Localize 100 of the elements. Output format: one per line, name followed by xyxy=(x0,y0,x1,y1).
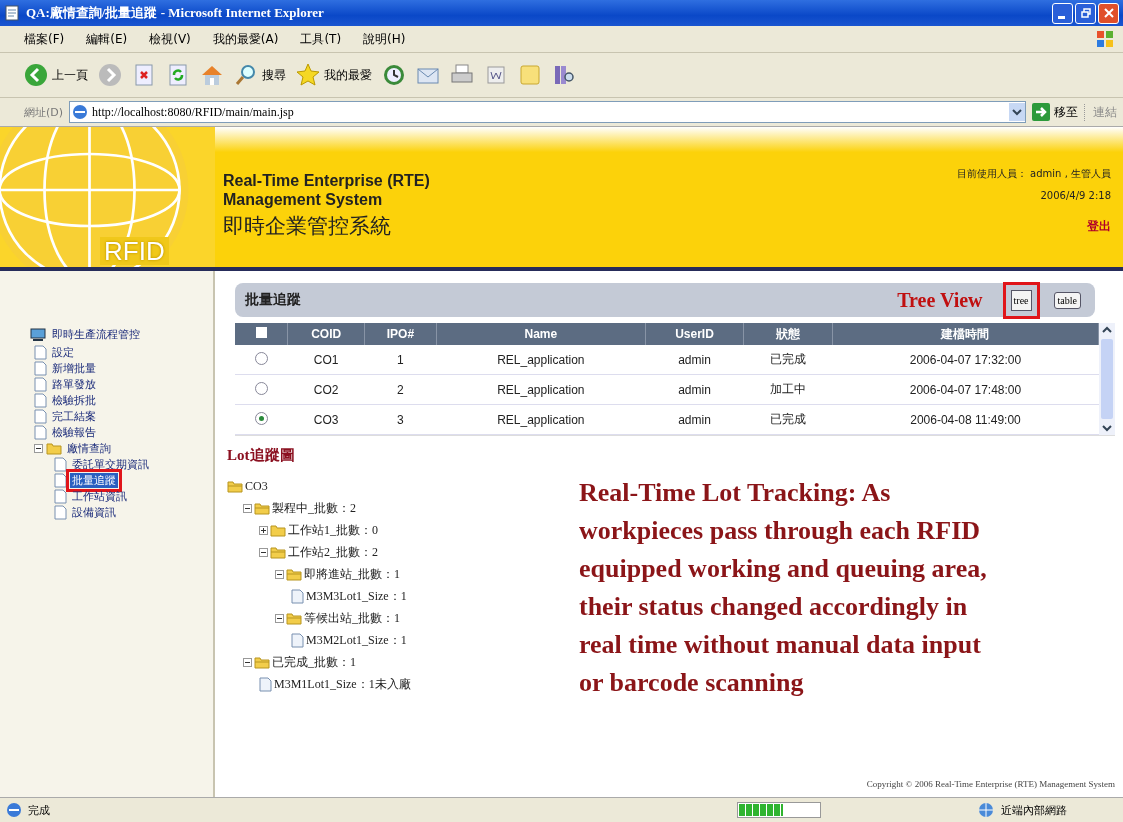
view-button[interactable]: tree xyxy=(1002,281,1040,319)
row-radio[interactable] xyxy=(254,381,268,395)
expander-icon[interactable] xyxy=(243,657,252,667)
select-all-checkbox[interactable] xyxy=(255,327,267,338)
folder-icon xyxy=(254,501,270,515)
column-header: IPO# xyxy=(364,323,437,345)
menu-item[interactable]: 說明(H) xyxy=(363,30,406,48)
tree-root-label[interactable]: 即時生產流程管控 xyxy=(50,327,142,342)
address-field[interactable]: http://localhost:8080/RFID/main/main.jsp xyxy=(69,101,1026,123)
table-cell: CO1 xyxy=(287,345,365,375)
table-cell: 2006-04-07 17:48:00 xyxy=(832,374,1099,405)
menu-item[interactable]: 檔案(F) xyxy=(24,30,65,48)
home-icon[interactable] xyxy=(200,63,224,87)
logout-link[interactable]: 登出 xyxy=(1087,218,1111,235)
sidebar-item[interactable]: 設備資訊 xyxy=(70,504,118,520)
stop-icon[interactable] xyxy=(132,63,156,87)
tree-node[interactable]: 工作站1_批數：0 xyxy=(288,521,378,539)
page-icon xyxy=(54,488,67,504)
zone-text: 近端內部網路 xyxy=(1001,802,1067,818)
document-icon[interactable] xyxy=(484,63,508,87)
folder-icon xyxy=(270,523,286,537)
column-header: COID xyxy=(287,323,365,345)
menu-item[interactable]: 我的最愛(A) xyxy=(212,30,279,48)
tree-node[interactable]: 即將進站_批數：1 xyxy=(304,565,400,583)
folder-icon xyxy=(270,545,286,559)
page-icon xyxy=(34,408,47,424)
close-icon xyxy=(1103,8,1114,18)
table-cell: 已完成 xyxy=(743,404,833,435)
research-icon[interactable] xyxy=(552,63,576,87)
expander-icon[interactable] xyxy=(275,613,284,623)
date-time: 2006/4/9 2:18 xyxy=(1040,190,1111,201)
sidebar-item[interactable]: 設定 xyxy=(50,344,76,360)
computer-icon xyxy=(30,327,46,342)
table-cell: CO3 xyxy=(287,404,365,435)
logo-text: RFID xyxy=(100,237,169,265)
status-text: 完成 xyxy=(28,802,50,818)
column-header: 建檔時間 xyxy=(832,323,1099,345)
back-button[interactable]: 上一頁 xyxy=(24,63,88,87)
address-label: 網址(D) xyxy=(24,104,64,120)
refresh-icon[interactable] xyxy=(166,63,190,87)
search-button[interactable]: 搜尋 xyxy=(234,63,286,87)
sidebar-item[interactable]: 工作站資訊 xyxy=(70,488,129,504)
tree-node[interactable]: 等候出站_批數：1 xyxy=(304,609,400,627)
tree-node[interactable]: 製程中_批數：2 xyxy=(272,499,356,517)
page-icon xyxy=(54,472,67,488)
folder-icon xyxy=(254,655,270,669)
restore-icon xyxy=(1080,8,1091,18)
menu-item[interactable]: 檢視(V) xyxy=(149,30,191,48)
sidebar-item[interactable]: 路單發放 xyxy=(50,376,98,392)
page-icon xyxy=(4,5,20,21)
favorites-button[interactable]: 我的最愛 xyxy=(296,63,372,87)
star-icon xyxy=(296,63,320,87)
system-title-chinese: 即時企業管控系統 xyxy=(223,213,392,240)
menu-item[interactable]: 工具(T) xyxy=(300,30,342,48)
folder-icon xyxy=(286,611,302,625)
tree-node[interactable]: 工作站2_批數：2 xyxy=(288,543,378,561)
sidebar-item[interactable]: 檢驗報告 xyxy=(50,424,98,440)
expander-icon[interactable] xyxy=(259,525,268,535)
expander-icon[interactable] xyxy=(259,547,268,557)
table-cell: admin xyxy=(645,345,744,375)
column-header: Name xyxy=(436,323,646,345)
close-button[interactable] xyxy=(1098,2,1119,24)
table-cell: REL_application xyxy=(436,374,646,405)
page-icon xyxy=(34,424,47,440)
table-cell: REL_application xyxy=(436,345,646,375)
tree-node[interactable]: M3M2Lot1_Size：1 xyxy=(306,631,407,649)
minimize-button[interactable] xyxy=(1052,2,1073,24)
dropdown-icon[interactable] xyxy=(1009,103,1025,121)
expander-icon[interactable] xyxy=(275,569,284,579)
row-radio[interactable] xyxy=(254,351,268,365)
scrollbar[interactable] xyxy=(1099,323,1115,435)
sidebar-item[interactable]: 廠情查詢 xyxy=(65,440,113,456)
system-title: Management System xyxy=(223,190,384,209)
document-icon xyxy=(259,676,272,692)
tree-node[interactable]: M3M1Lot1_Size：1未入廠 xyxy=(274,675,411,693)
system-title: Real-Time Enterprise (RTE) xyxy=(223,171,430,190)
restore-button[interactable] xyxy=(1075,2,1096,24)
document-icon xyxy=(291,632,304,648)
expander-icon[interactable] xyxy=(243,503,252,513)
table-cell: 1 xyxy=(364,345,437,375)
tree-node[interactable]: CO3 xyxy=(245,478,268,494)
menu-item[interactable]: 編輯(E) xyxy=(86,30,128,48)
sidebar-item[interactable]: 檢驗拆批 xyxy=(50,392,98,408)
folder-icon xyxy=(46,441,62,455)
history-icon[interactable] xyxy=(382,63,406,87)
page-icon xyxy=(34,376,47,392)
table-cell: admin xyxy=(645,404,744,435)
page-icon xyxy=(34,392,47,408)
document-icon xyxy=(291,588,304,604)
sidebar-item[interactable]: 新增批量 xyxy=(50,360,98,376)
go-button[interactable]: 移至 xyxy=(1032,103,1078,121)
tree-node[interactable]: M3M3Lot1_Size：1 xyxy=(306,587,407,605)
collapse-icon[interactable] xyxy=(34,443,43,453)
page-icon xyxy=(34,360,47,376)
tree-node[interactable]: 已完成_批數：1 xyxy=(272,653,356,671)
view-button[interactable]: table xyxy=(1053,291,1081,309)
sidebar-item[interactable]: 完工結案 xyxy=(50,408,98,424)
row-radio[interactable] xyxy=(254,411,268,425)
folder-icon xyxy=(286,567,302,581)
table-cell: 加工中 xyxy=(743,374,833,405)
